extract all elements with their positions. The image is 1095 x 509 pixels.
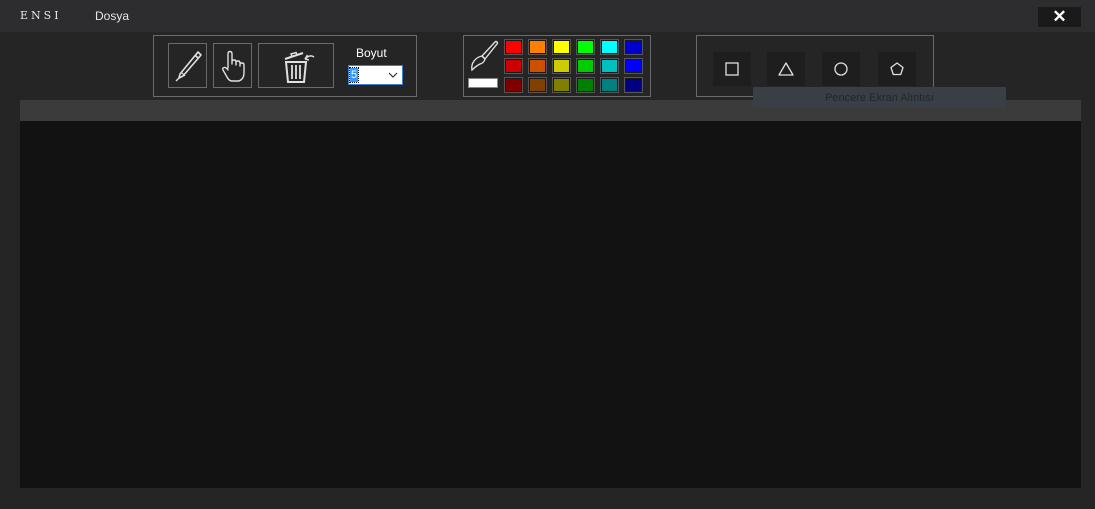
- triangle-icon: [778, 62, 794, 76]
- color-swatch[interactable]: [552, 77, 571, 93]
- color-swatch[interactable]: [528, 39, 547, 55]
- hand-icon: [221, 50, 245, 82]
- size-value: 5: [348, 67, 360, 83]
- color-swatch[interactable]: [600, 77, 619, 93]
- title-bar: ENSI Dosya ✕: [0, 0, 1095, 32]
- color-swatch[interactable]: [624, 77, 643, 93]
- current-color-swatch[interactable]: [468, 78, 498, 88]
- tooltip: Pencere Ekran Alıntısı: [753, 87, 1006, 108]
- pen-tool-button[interactable]: [168, 43, 207, 88]
- pentagon-shape-button[interactable]: [878, 52, 916, 86]
- color-swatch[interactable]: [504, 39, 523, 55]
- triangle-shape-button[interactable]: [767, 52, 805, 86]
- palette-group: [463, 35, 651, 97]
- menu-file[interactable]: Dosya: [95, 9, 129, 23]
- color-swatch[interactable]: [576, 77, 595, 93]
- pen-icon: [175, 50, 202, 81]
- size-label: Boyut: [356, 46, 387, 60]
- circle-icon: [834, 62, 848, 76]
- app-window: ENSI Dosya ✕ Boyut 5 Pencere Ekran Alınt…: [0, 0, 1095, 509]
- color-swatch[interactable]: [576, 39, 595, 55]
- pentagon-icon: [890, 62, 904, 76]
- color-swatch[interactable]: [624, 39, 643, 55]
- color-swatch[interactable]: [600, 58, 619, 74]
- color-swatch[interactable]: [600, 39, 619, 55]
- chevron-down-icon: [388, 72, 398, 78]
- size-select[interactable]: 5: [348, 65, 403, 85]
- square-icon: [725, 62, 739, 76]
- color-swatch[interactable]: [504, 58, 523, 74]
- close-button[interactable]: ✕: [1038, 7, 1081, 27]
- color-swatch[interactable]: [528, 77, 547, 93]
- color-swatch[interactable]: [552, 39, 571, 55]
- trash-undo-icon: [284, 51, 315, 83]
- close-icon: ✕: [1052, 7, 1067, 26]
- color-swatch[interactable]: [624, 58, 643, 74]
- circle-shape-button[interactable]: [822, 52, 860, 86]
- color-swatch[interactable]: [552, 58, 571, 74]
- clear-tool-button[interactable]: [258, 43, 334, 88]
- color-swatch[interactable]: [528, 58, 547, 74]
- hand-tool-button[interactable]: [213, 43, 252, 88]
- tools-group: Boyut 5: [153, 35, 417, 97]
- app-brand: ENSI: [20, 9, 62, 22]
- square-shape-button[interactable]: [713, 52, 751, 86]
- color-swatch[interactable]: [504, 77, 523, 93]
- drawing-canvas[interactable]: [20, 121, 1081, 488]
- color-swatch[interactable]: [576, 58, 595, 74]
- brush-icon: [471, 40, 499, 72]
